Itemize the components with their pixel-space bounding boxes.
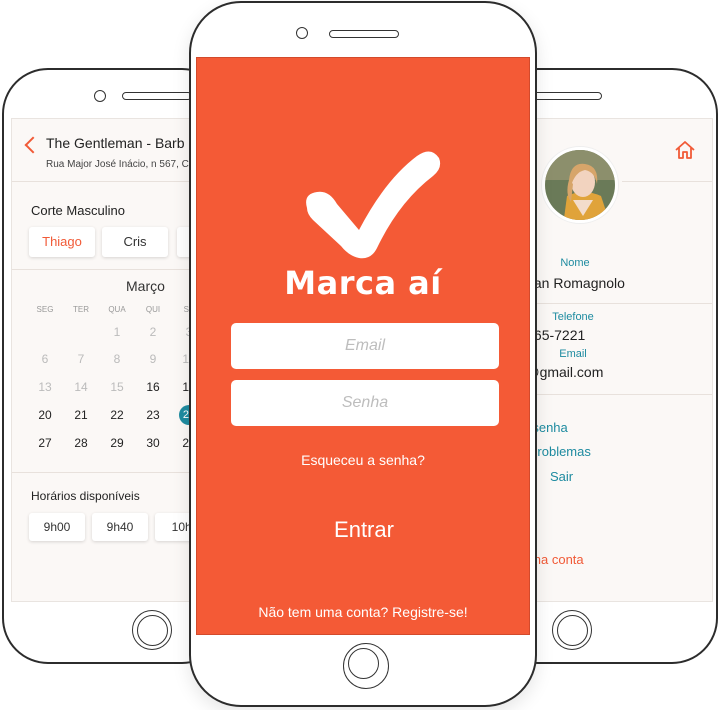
calendar-day[interactable]: 6 (27, 352, 63, 366)
divider (622, 181, 712, 182)
calendar-month: Março (126, 278, 165, 294)
calendar-day[interactable]: 9 (135, 352, 171, 366)
weekday-header: TER (73, 305, 89, 314)
login-screen: Marca aí Esqueceu a senha? Entrar Não te… (196, 57, 530, 635)
email-input[interactable] (231, 323, 499, 369)
weekday-header: SEG (36, 305, 54, 314)
center-phone: Marca aí Esqueceu a senha? Entrar Não te… (189, 1, 537, 707)
register-link[interactable]: Não tem uma conta? Registre-se! (197, 604, 529, 620)
brand-title: Marca aí (284, 264, 442, 302)
available-times-title: Horários disponíveis (31, 489, 140, 503)
checkmark-logo-icon (306, 151, 441, 259)
service-title: Corte Masculino (31, 203, 125, 218)
time-slot[interactable]: 9h40 (92, 513, 148, 541)
front-camera (296, 27, 308, 39)
shop-title: The Gentleman - Barb (46, 135, 185, 151)
back-arrow-icon[interactable] (24, 136, 42, 154)
barber-chip-thiago[interactable]: Thiago (29, 227, 95, 257)
time-slot[interactable]: 9h00 (29, 513, 85, 541)
forgot-password-link[interactable]: Esqueceu a senha? (197, 452, 529, 468)
calendar-day[interactable]: 21 (63, 408, 99, 422)
calendar-day[interactable]: 2 (135, 325, 171, 339)
calendar-day[interactable]: 23 (135, 408, 171, 422)
avatar-photo (545, 150, 615, 220)
calendar-day[interactable]: 16 (135, 380, 171, 394)
profile-avatar (542, 147, 618, 223)
calendar-day[interactable]: 7 (63, 352, 99, 366)
calendar-day[interactable]: 14 (63, 380, 99, 394)
home-button (132, 610, 172, 650)
login-button[interactable]: Entrar (314, 510, 414, 550)
calendar-day[interactable]: 20 (27, 408, 63, 422)
front-camera (94, 90, 106, 102)
weekday-header: QUA (108, 305, 126, 314)
calendar-day[interactable]: 27 (27, 436, 63, 450)
calendar-day[interactable]: 1 (99, 325, 135, 339)
calendar-day[interactable]: 8 (99, 352, 135, 366)
logout-link[interactable]: Sair (550, 469, 573, 484)
name-label: Nome (560, 257, 590, 269)
calendar-day[interactable]: 29 (99, 436, 135, 450)
home-icon[interactable] (674, 139, 696, 161)
calendar-day[interactable]: 30 (135, 436, 171, 450)
barber-chip-cris[interactable]: Cris (102, 227, 168, 257)
weekday-header: QUI (145, 305, 161, 314)
password-input[interactable] (231, 380, 499, 426)
calendar-day[interactable]: 13 (27, 380, 63, 394)
calendar-day[interactable]: 22 (99, 408, 135, 422)
earpiece-speaker (329, 30, 399, 38)
home-button (343, 643, 389, 689)
calendar-day[interactable]: 28 (63, 436, 99, 450)
earpiece-speaker (122, 92, 192, 100)
email-label: Email (559, 348, 587, 360)
shop-address: Rua Major José Inácio, n 567, Ce (46, 159, 195, 170)
calendar-day[interactable]: 15 (99, 380, 135, 394)
phone-label: Telefone (552, 311, 594, 323)
home-button (552, 610, 592, 650)
